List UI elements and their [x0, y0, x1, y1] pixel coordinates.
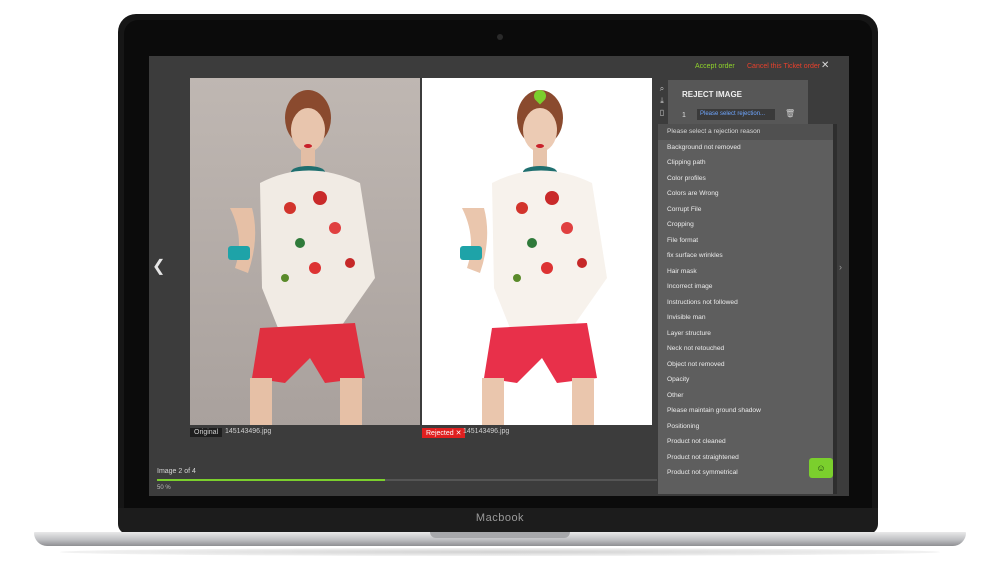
original-filename: 145143496.jpg — [225, 428, 272, 435]
chevron-left-icon[interactable]: ❮ — [152, 256, 165, 276]
dropdown-option[interactable]: Background not removed — [658, 140, 835, 156]
dropdown-option[interactable]: Positioning — [658, 419, 835, 435]
dropdown-option[interactable]: Other — [658, 388, 835, 404]
progress-percent: 50 % — [157, 485, 171, 491]
image-counter: Image 2 of 4 — [157, 468, 196, 475]
dropdown-option[interactable]: Corrupt File — [658, 202, 835, 218]
trash-icon[interactable]: 🗑 — [785, 109, 795, 118]
dropdown-option[interactable]: Hair mask — [658, 264, 835, 280]
progress-fill — [157, 479, 385, 481]
reject-title: REJECT IMAGE — [682, 90, 743, 99]
file-icon[interactable]: ▯ — [657, 108, 667, 120]
model-illustration-cutout — [460, 90, 607, 425]
rejected-image — [422, 78, 652, 425]
rejected-filename: 145143496.jpg — [463, 428, 510, 435]
dropdown-option[interactable]: Product not cleaned — [658, 434, 835, 450]
original-label: Original — [190, 428, 223, 437]
chat-icon[interactable]: ☺ — [809, 458, 833, 478]
download-icon[interactable]: ⤓ — [657, 96, 667, 108]
laptop-brand: Macbook — [475, 512, 525, 524]
camera-icon — [497, 34, 503, 40]
chevron-right-icon[interactable]: › — [839, 262, 842, 272]
rejection-reason-dropdown: Please select a rejection reason Backgrou… — [658, 124, 835, 494]
close-icon[interactable]: ✕ — [821, 60, 829, 71]
dropdown-option[interactable]: Incorrect image — [658, 279, 835, 295]
dropdown-option[interactable]: Colors are Wrong — [658, 186, 835, 202]
dropdown-scrollbar[interactable] — [833, 124, 837, 494]
dropdown-option[interactable]: Instructions not followed — [658, 295, 835, 311]
model-illustration — [228, 90, 375, 425]
dropdown-option[interactable]: Color profiles — [658, 171, 835, 187]
tool-strip: ⌕ ⤓ ▯ — [657, 84, 667, 120]
dropdown-option[interactable]: Layer structure — [658, 326, 835, 342]
rejected-badge[interactable]: Rejected ✕ — [422, 428, 466, 438]
dropdown-option[interactable]: Opacity — [658, 372, 835, 388]
dropdown-option[interactable]: Please select a rejection reason — [658, 124, 835, 140]
dropdown-option[interactable]: Cropping — [658, 217, 835, 233]
laptop-shadow — [60, 548, 940, 556]
dropdown-option[interactable]: fix surface wrinkles — [658, 248, 835, 264]
app-screen: Accept order Cancel this Ticket order ✕ … — [149, 56, 849, 496]
dropdown-option[interactable]: Invisible man — [658, 310, 835, 326]
accept-order-link[interactable]: Accept order — [695, 63, 735, 70]
dropdown-option[interactable]: Object not removed — [658, 357, 835, 373]
dropdown-option[interactable]: Clipping path — [658, 155, 835, 171]
dropdown-option[interactable]: File format — [658, 233, 835, 249]
rejection-reason-select[interactable]: Please select rejection... — [697, 109, 775, 120]
cancel-order-link[interactable]: Cancel this Ticket order — [747, 63, 820, 70]
laptop-notch — [430, 532, 570, 538]
original-image — [190, 78, 420, 425]
rejection-row-number: 1 — [682, 112, 686, 119]
dropdown-option[interactable]: Neck not retouched — [658, 341, 835, 357]
zoom-icon[interactable]: ⌕ — [657, 84, 667, 96]
dropdown-option[interactable]: Please maintain ground shadow — [658, 403, 835, 419]
